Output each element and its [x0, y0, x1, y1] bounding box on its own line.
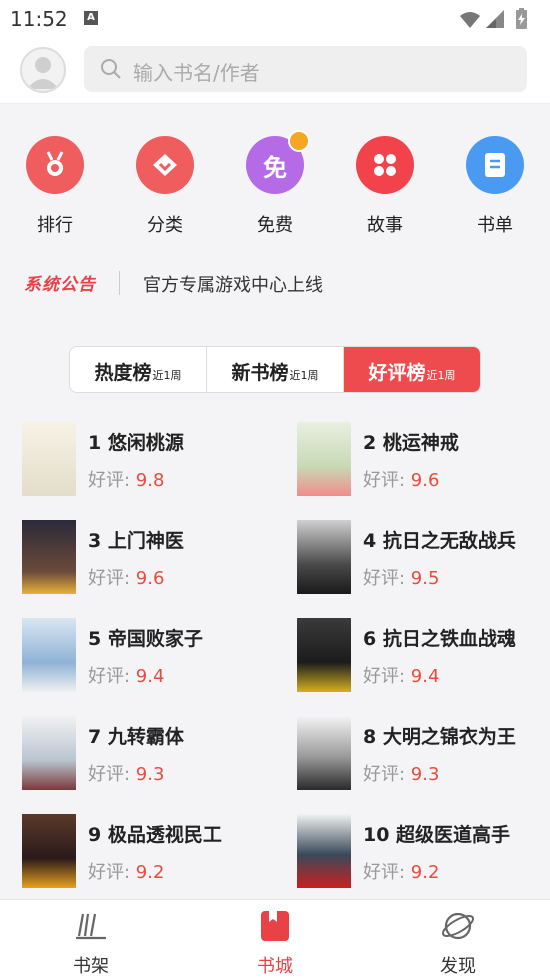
- book-cover: [297, 520, 351, 594]
- search-bar[interactable]: 输入书名/作者: [84, 46, 527, 92]
- book-title: 7 九转霸体: [88, 726, 184, 748]
- grid-icon: [356, 136, 414, 194]
- book-item[interactable]: 5 帝国败家子 好评: 9.4: [22, 618, 282, 694]
- book-title: 6 抗日之铁血战魂: [363, 628, 516, 650]
- user-icon: [27, 57, 59, 89]
- book-item[interactable]: 9 极品透视民工 好评: 9.2: [22, 814, 282, 890]
- book-cover: [297, 716, 351, 790]
- nav-label: 书架: [73, 956, 109, 977]
- category-label: 故事: [367, 215, 403, 236]
- nav-label: 书城: [257, 956, 293, 977]
- user-avatar[interactable]: [20, 47, 66, 93]
- free-icon: 免: [246, 130, 310, 194]
- category-story[interactable]: 故事: [345, 136, 425, 237]
- category-booklist[interactable]: 书单: [455, 136, 535, 237]
- book-cover: [297, 618, 351, 692]
- system-icons: [458, 8, 538, 34]
- book-rating: 好评: 9.5: [363, 568, 440, 589]
- book-rating: 好评: 9.3: [88, 764, 165, 785]
- category-label: 排行: [37, 215, 73, 236]
- bookshelf-icon: [76, 913, 106, 940]
- book-item[interactable]: 8 大明之锦衣为王 好评: 9.3: [297, 716, 550, 792]
- book-cover: [22, 520, 76, 594]
- book-rating: 好评: 9.4: [363, 666, 440, 687]
- book-item[interactable]: 4 抗日之无敌战兵 好评: 9.5: [297, 520, 550, 596]
- category-classify[interactable]: 分类: [125, 136, 205, 237]
- book-title: 5 帝国败家子: [88, 628, 203, 650]
- search-placeholder: 输入书名/作者: [133, 61, 260, 85]
- nav-bookstore[interactable]: 书城: [230, 908, 320, 978]
- book-rating: 好评: 9.4: [88, 666, 165, 687]
- book-cover: [22, 814, 76, 888]
- book-item[interactable]: 7 九转霸体 好评: 9.3: [22, 716, 282, 792]
- book-item[interactable]: 1 悠闲桃源 好评: 9.8: [22, 422, 282, 498]
- notice-tag: 系统公告: [24, 275, 96, 295]
- book-title: 9 极品透视民工: [88, 824, 222, 846]
- category-free[interactable]: 免 免费: [235, 130, 315, 237]
- book-item[interactable]: 3 上门神医 好评: 9.6: [22, 520, 282, 596]
- diamond-icon: [136, 136, 194, 194]
- book-title: 1 悠闲桃源: [88, 432, 184, 454]
- book-rating: 好评: 9.8: [88, 470, 165, 491]
- book-item[interactable]: 10 超级医道高手 好评: 9.2: [297, 814, 550, 890]
- tab-hot[interactable]: 热度榜 近1周: [70, 347, 207, 392]
- wifi-icon: [460, 12, 480, 28]
- status-bar: 11:52 A: [0, 0, 550, 38]
- notice-text: 官方专属游戏中心上线: [143, 275, 323, 296]
- notice-divider: [119, 271, 120, 295]
- thumbs-up-badge-icon: [288, 130, 310, 152]
- category-ranking[interactable]: 排行: [15, 136, 95, 237]
- ranking-tabs: 热度榜 近1周 新书榜 近1周 好评榜 近1周: [69, 346, 481, 393]
- tab-new[interactable]: 新书榜 近1周: [207, 347, 344, 392]
- discover-icon: [441, 912, 475, 940]
- book-cover: [22, 422, 76, 496]
- medal-icon: [26, 136, 84, 194]
- tab-rating[interactable]: 好评榜 近1周: [344, 347, 480, 392]
- category-label: 书单: [477, 215, 513, 236]
- book-rating: 好评: 9.6: [88, 568, 165, 589]
- book-title: 10 超级医道高手: [363, 824, 511, 846]
- book-rating: 好评: 9.3: [363, 764, 440, 785]
- list-icon: [466, 136, 524, 194]
- book-title: 4 抗日之无敌战兵: [363, 530, 516, 552]
- nav-discover[interactable]: 发现: [413, 908, 503, 978]
- book-rating: 好评: 9.6: [363, 470, 440, 491]
- category-label: 免费: [257, 215, 293, 236]
- book-cover: [297, 814, 351, 888]
- category-row: 排行 分类 免 免费 故事 书单: [0, 104, 550, 244]
- search-icon: [101, 59, 121, 79]
- book-title: 2 桃运神戒: [363, 432, 459, 454]
- bookstore-icon: [261, 911, 289, 941]
- book-item[interactable]: 2 桃运神戒 好评: 9.6: [297, 422, 550, 498]
- book-rating: 好评: 9.2: [88, 862, 165, 883]
- book-item[interactable]: 6 抗日之铁血战魂 好评: 9.4: [297, 618, 550, 694]
- book-cover: [22, 716, 76, 790]
- nav-bookshelf[interactable]: 书架: [46, 908, 136, 978]
- system-notice[interactable]: 系统公告 官方专属游戏中心上线: [0, 258, 550, 308]
- book-title: 8 大明之锦衣为王: [363, 726, 516, 748]
- status-time: 11:52: [10, 7, 68, 31]
- book-title: 3 上门神医: [88, 530, 184, 552]
- book-rating: 好评: 9.2: [363, 862, 440, 883]
- book-cover: [22, 618, 76, 692]
- bottom-nav: 书架 书城 发现: [0, 899, 550, 979]
- notification-a-icon: A: [84, 11, 98, 25]
- book-cover: [297, 422, 351, 496]
- category-label: 分类: [147, 215, 183, 236]
- nav-label: 发现: [440, 956, 476, 977]
- header: 输入书名/作者: [0, 38, 550, 104]
